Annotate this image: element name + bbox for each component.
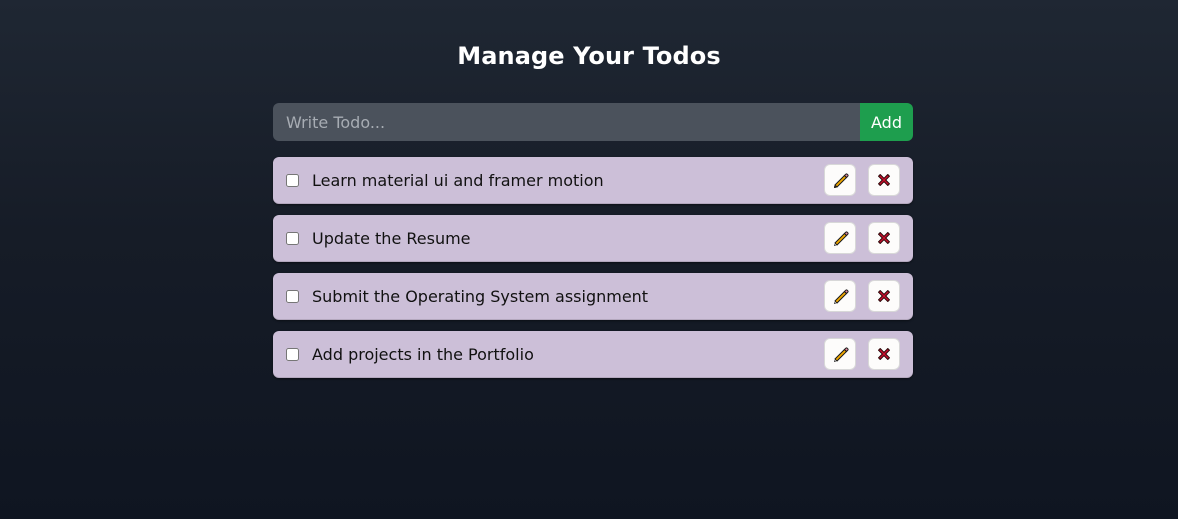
delete-button[interactable] bbox=[868, 222, 900, 254]
todo-item: Update the Resume bbox=[273, 215, 913, 262]
edit-button[interactable] bbox=[824, 338, 856, 370]
todo-text: Learn material ui and framer motion bbox=[312, 171, 604, 190]
todo-text: Update the Resume bbox=[312, 229, 471, 248]
delete-button[interactable] bbox=[868, 338, 900, 370]
cross-mark-icon bbox=[878, 232, 890, 244]
add-button[interactable]: Add bbox=[860, 103, 913, 141]
pencil-icon bbox=[834, 173, 849, 188]
todo-checkbox[interactable] bbox=[286, 232, 299, 245]
todo-checkbox[interactable] bbox=[286, 174, 299, 187]
todo-checkbox[interactable] bbox=[286, 290, 299, 303]
add-todo-form: Add bbox=[273, 103, 913, 141]
todo-checkbox[interactable] bbox=[286, 348, 299, 361]
pencil-icon bbox=[834, 347, 849, 362]
delete-button[interactable] bbox=[868, 280, 900, 312]
todo-text: Submit the Operating System assignment bbox=[312, 287, 649, 306]
cross-mark-icon bbox=[878, 174, 890, 186]
todo-list: Learn material ui and framer motion Upda… bbox=[273, 157, 913, 389]
pencil-icon bbox=[834, 289, 849, 304]
cross-mark-icon bbox=[878, 348, 890, 360]
delete-button[interactable] bbox=[868, 164, 900, 196]
edit-button[interactable] bbox=[824, 280, 856, 312]
todo-item: Submit the Operating System assignment bbox=[273, 273, 913, 320]
todo-text: Add projects in the Portfolio bbox=[312, 345, 534, 364]
pencil-icon bbox=[834, 231, 849, 246]
edit-button[interactable] bbox=[824, 164, 856, 196]
todo-item: Add projects in the Portfolio bbox=[273, 331, 913, 378]
cross-mark-icon bbox=[878, 290, 890, 302]
page-title: Manage Your Todos bbox=[457, 42, 721, 70]
todo-item: Learn material ui and framer motion bbox=[273, 157, 913, 204]
todo-input[interactable] bbox=[273, 103, 860, 141]
edit-button[interactable] bbox=[824, 222, 856, 254]
